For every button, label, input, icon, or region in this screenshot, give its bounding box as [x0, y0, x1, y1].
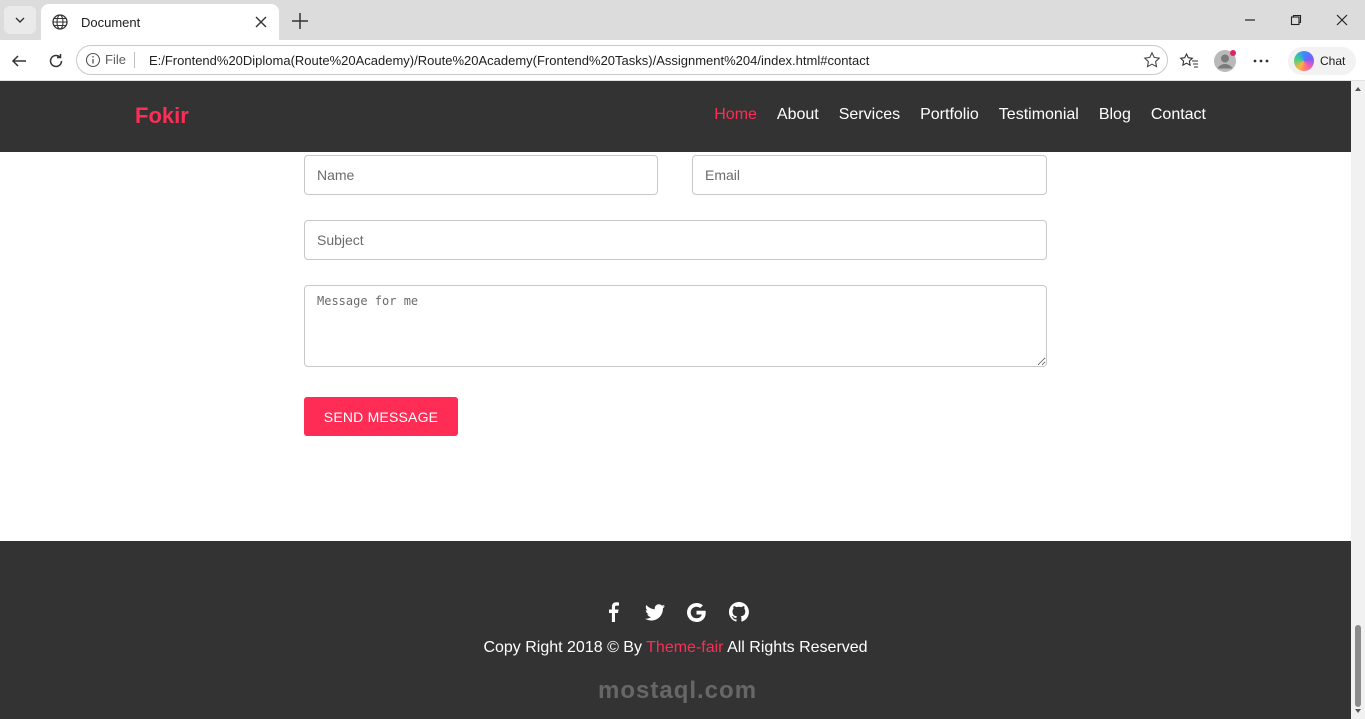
nav-testimonial[interactable]: Testimonial: [999, 106, 1079, 124]
message-textarea[interactable]: [304, 285, 1047, 367]
star-icon[interactable]: [1143, 51, 1161, 69]
new-tab-icon[interactable]: [288, 9, 312, 33]
tab-list-button[interactable]: [4, 6, 36, 34]
chevron-down-icon: [15, 17, 25, 23]
subject-input[interactable]: [304, 220, 1047, 260]
browser-tab[interactable]: Document: [41, 4, 279, 40]
nav-home[interactable]: Home: [714, 106, 757, 124]
site-logo[interactable]: Fokir: [135, 103, 189, 129]
favorites-button[interactable]: [1176, 48, 1202, 74]
copilot-icon: [1294, 51, 1314, 71]
refresh-button[interactable]: [43, 48, 69, 74]
more-button[interactable]: [1248, 48, 1274, 74]
nav-blog[interactable]: Blog: [1099, 106, 1131, 124]
github-icon[interactable]: [728, 601, 750, 623]
watermark: mostaql.com: [598, 677, 758, 704]
minimize-icon: [1245, 19, 1255, 21]
scrollbar-thumb[interactable]: [1355, 625, 1361, 707]
twitter-icon[interactable]: [644, 601, 666, 623]
send-message-button[interactable]: SEND MESSAGE: [304, 397, 458, 436]
restore-button[interactable]: [1273, 0, 1319, 40]
social-links: [0, 601, 1351, 623]
browser-tab-bar: Document: [0, 0, 1365, 40]
refresh-icon: [49, 54, 63, 68]
copilot-label: Chat: [1320, 54, 1346, 68]
nav-services[interactable]: Services: [839, 106, 900, 124]
scroll-up-icon[interactable]: [1354, 85, 1362, 93]
nav-portfolio[interactable]: Portfolio: [920, 106, 979, 124]
email-input[interactable]: [692, 155, 1047, 195]
nav-about[interactable]: About: [777, 106, 819, 124]
site-navbar: Fokir Home About Services Portfolio Test…: [0, 81, 1351, 152]
close-icon: [1336, 14, 1348, 26]
main-nav: Home About Services Portfolio Testimonia…: [694, 106, 1206, 124]
page-viewport: Fokir Home About Services Portfolio Test…: [0, 81, 1351, 719]
more-icon: [1253, 59, 1269, 63]
globe-icon: [52, 14, 68, 30]
arrow-left-icon: [11, 55, 26, 67]
address-url[interactable]: E:/Frontend%20Diploma(Route%20Academy)/R…: [149, 53, 869, 68]
close-window-button[interactable]: [1319, 0, 1365, 40]
restore-icon: [1290, 14, 1302, 26]
minimize-button[interactable]: [1227, 0, 1273, 40]
theme-fair-link[interactable]: Theme-fair: [646, 639, 723, 656]
name-input[interactable]: [304, 155, 658, 195]
google-icon[interactable]: [686, 601, 708, 623]
facebook-icon[interactable]: [602, 601, 624, 623]
avatar-icon: [1214, 50, 1236, 72]
browser-toolbar: File E:/Frontend%20Diploma(Route%20Acade…: [0, 40, 1365, 81]
info-icon[interactable]: [85, 52, 101, 68]
copilot-chat-button[interactable]: Chat: [1288, 47, 1356, 75]
scroll-down-icon[interactable]: [1354, 707, 1362, 715]
site-footer: Copy Right 2018 © By Theme-fair All Righ…: [0, 541, 1351, 719]
copyright-suffix: All Rights Reserved: [727, 639, 868, 656]
copyright-text: Copy Right 2018 © By Theme-fair All Righ…: [0, 639, 1351, 657]
address-bar[interactable]: File E:/Frontend%20Diploma(Route%20Acade…: [76, 45, 1168, 75]
copyright-prefix: Copy Right 2018 © By: [483, 639, 642, 656]
close-icon[interactable]: [253, 14, 269, 30]
page-scrollbar[interactable]: [1351, 81, 1365, 719]
nav-contact[interactable]: Contact: [1151, 106, 1206, 124]
back-button[interactable]: [6, 48, 32, 74]
window-controls: [1227, 0, 1365, 40]
favorites-icon: [1179, 52, 1198, 68]
profile-button[interactable]: [1212, 48, 1238, 74]
tab-title: Document: [81, 14, 141, 30]
address-protocol: File: [105, 52, 135, 68]
